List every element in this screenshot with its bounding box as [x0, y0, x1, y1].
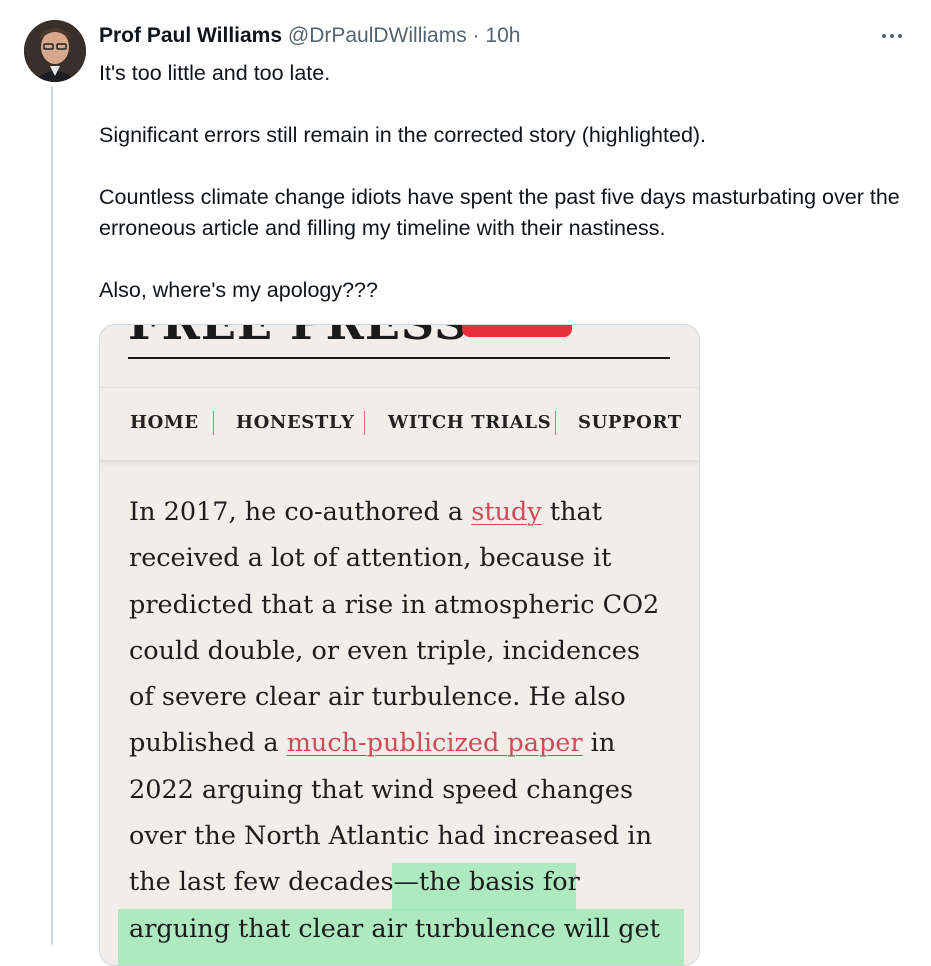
more-options-icon[interactable] — [880, 24, 906, 46]
nav-witch-trials: WITCH TRIALS — [388, 412, 552, 433]
timestamp[interactable]: 10h — [485, 24, 520, 47]
tweet-paragraph: Significant errors still remain in the c… — [99, 123, 707, 147]
article-text-run: the last few decades — [129, 867, 394, 898]
author-handle[interactable]: @DrPaulDWilliams — [288, 24, 467, 47]
article-line: of severe clear air turbulence. He also — [129, 682, 626, 713]
highlighted-line: arguing that clear air turbulence will g… — [129, 913, 660, 944]
tweet-header: Prof Paul Williams @DrPaulDWilliams · 10… — [99, 22, 520, 50]
article-line: over the North Atlantic had increased in — [129, 821, 653, 852]
nav-honestly: HONESTLY — [236, 412, 355, 433]
paper-link: much-publicized paper — [286, 728, 583, 759]
tweet-text: It's too little and too late. Significan… — [99, 58, 919, 306]
masthead-rule — [128, 357, 670, 359]
article-line: In 2017, he co-authored a study that — [129, 489, 689, 535]
avatar[interactable] — [24, 20, 86, 82]
tweet-image[interactable]: FREE PRESS HOME HONESTLY WITCH TRIALS SU… — [99, 324, 700, 966]
article-line: the last few decades—the basis for — [129, 859, 689, 905]
tweet-paragraph: Countless climate change idiots have spe… — [99, 185, 900, 240]
tweet-paragraph: It's too little and too late. — [99, 61, 331, 85]
nav-support: SUPPORT — [578, 412, 682, 433]
site-nav: HOME HONESTLY WITCH TRIALS SUPPORT — [100, 387, 699, 460]
article-line: received a lot of attention, because it — [129, 543, 612, 574]
more-dot — [882, 34, 886, 38]
study-link: study — [471, 497, 542, 527]
article-text-run: in — [582, 728, 616, 759]
article-text-run: that — [541, 497, 602, 527]
nav-separator — [364, 411, 365, 435]
more-dot — [890, 34, 894, 38]
article-line: 2022 arguing that wind speed changes — [129, 774, 634, 805]
article-text-run: published a — [129, 728, 287, 759]
tweet-paragraph: Also, where's my apology??? — [99, 278, 378, 302]
nav-separator — [213, 411, 214, 435]
header-separator: · — [472, 24, 480, 47]
masthead-logo: FREE PRESS — [128, 325, 468, 347]
thread-line — [51, 86, 53, 945]
article-line: could double, or even triple, incidences — [129, 635, 640, 666]
article-line: predicted that a rise in atmospheric CO2 — [129, 589, 660, 620]
article-line: published a much-publicized paper in — [129, 720, 689, 766]
masthead: FREE PRESS — [100, 325, 699, 387]
nav-home: HOME — [130, 412, 199, 433]
author-name[interactable]: Prof Paul Williams — [99, 24, 282, 47]
masthead-button — [462, 325, 572, 337]
nav-separator — [555, 411, 556, 435]
avatar-photo-icon — [24, 20, 86, 82]
highlighted-text: —the basis for — [393, 867, 580, 898]
article-text: In 2017, he co-authored a study that rec… — [129, 489, 689, 952]
more-dot — [898, 34, 902, 38]
article-text-run: In 2017, he co-authored a — [129, 497, 472, 527]
